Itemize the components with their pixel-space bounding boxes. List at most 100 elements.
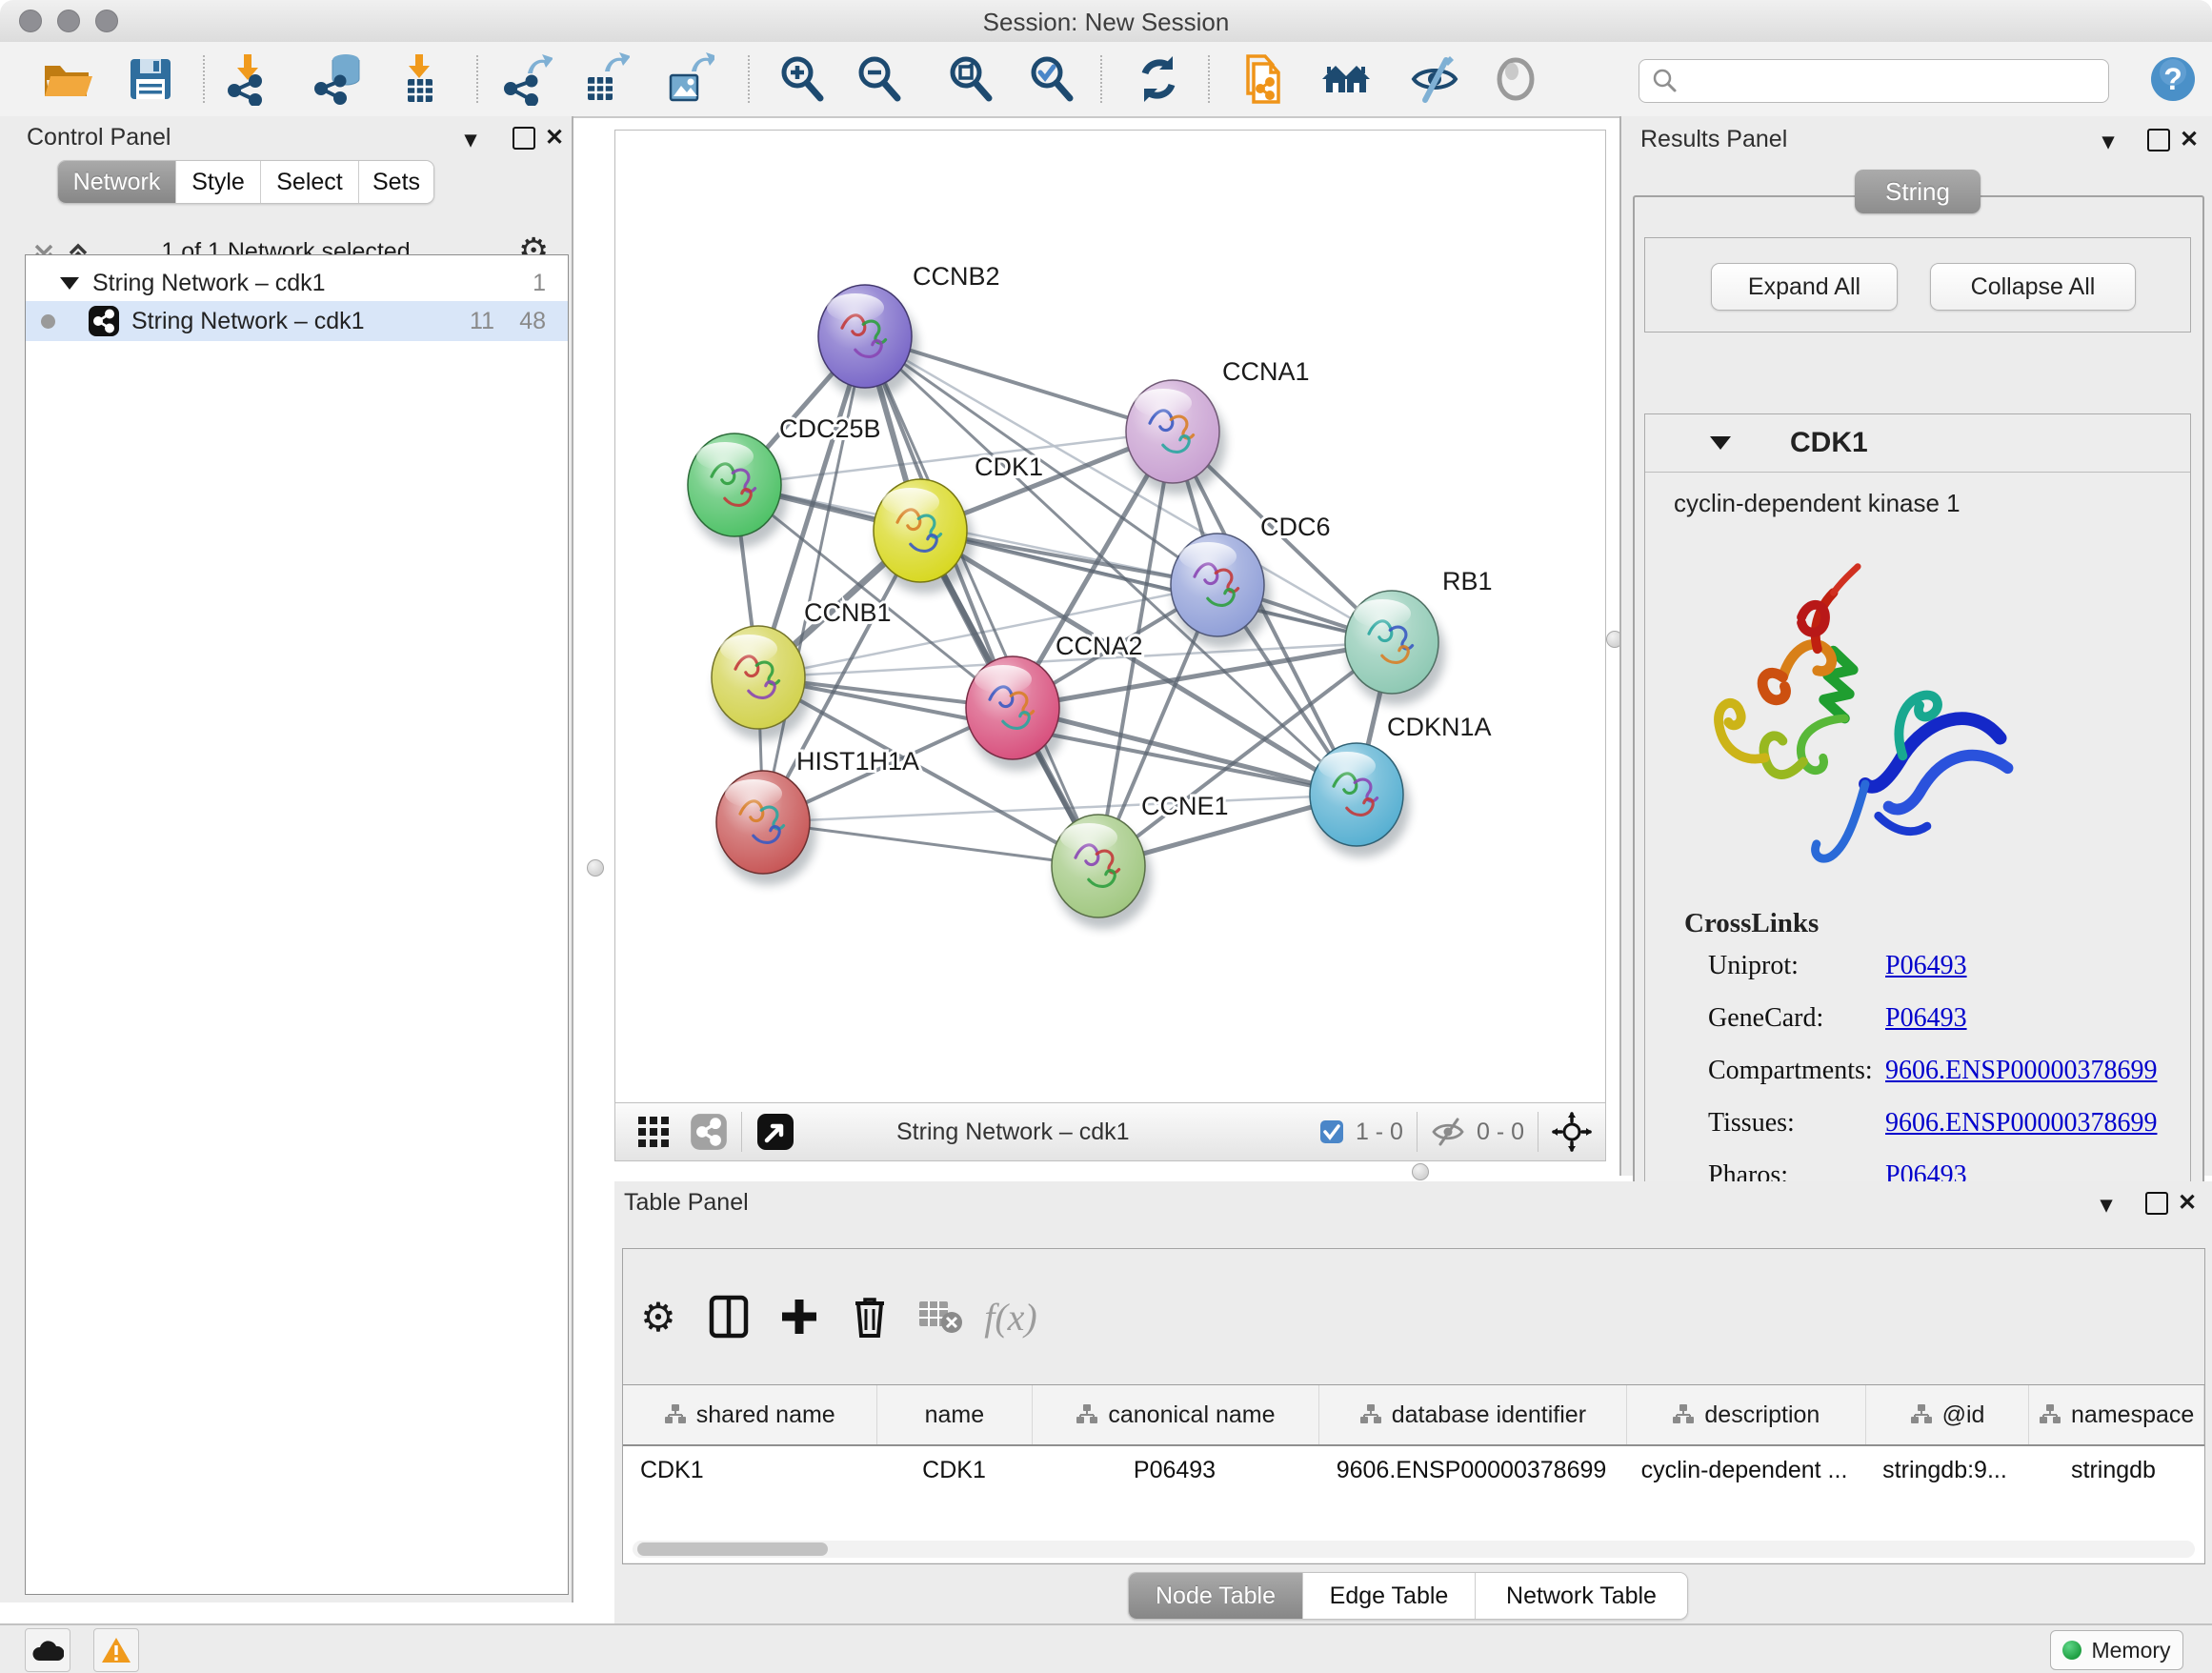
import-network-from-file-button[interactable] — [220, 51, 275, 107]
column-header-namespace[interactable]: namespace — [2029, 1385, 2204, 1444]
expand-all-button[interactable]: Expand All — [1711, 263, 1898, 311]
table-cell[interactable]: P06493 — [1032, 1446, 1317, 1494]
cloud-icon — [31, 1638, 64, 1663]
birdseye-view-icon[interactable] — [755, 1112, 795, 1152]
crosslink-link[interactable]: 9606.ENSP00000378699 — [1885, 1108, 2157, 1139]
edge-ccnb2-ccne1[interactable] — [865, 336, 1098, 866]
table-horizontal-scrollbar[interactable] — [633, 1541, 2195, 1558]
table-panel-collapse-icon[interactable]: ▾ — [2101, 1191, 2112, 1219]
toolbar-separator — [476, 55, 478, 103]
column-header-name[interactable]: name — [877, 1385, 1034, 1444]
export-to-web-button[interactable] — [1237, 51, 1293, 107]
control-panel-collapse-icon[interactable]: ▾ — [465, 126, 476, 153]
export-image-button[interactable] — [660, 51, 715, 107]
table-cell[interactable]: stringdb:9... — [1863, 1446, 2026, 1494]
table-panel-close-icon[interactable]: ✕ — [2178, 1189, 2197, 1217]
column-header-database-identifier[interactable]: database identifier — [1319, 1385, 1627, 1444]
table-cell[interactable]: CDK1 — [876, 1446, 1032, 1494]
tab-select[interactable]: Select — [261, 161, 359, 203]
export-table-to-file-button[interactable] — [575, 51, 631, 107]
bottom-splitter-handle[interactable] — [1412, 1163, 1429, 1180]
hide-graphics-details-button[interactable] — [1407, 51, 1462, 107]
table-cell[interactable]: stringdb — [2026, 1446, 2201, 1494]
memory-button[interactable]: Memory — [2050, 1630, 2183, 1670]
delete-table-icon[interactable] — [905, 1298, 975, 1336]
selected-checkbox-icon[interactable] — [1319, 1119, 1344, 1144]
import-network-from-database-button[interactable] — [311, 51, 366, 107]
gene-entry-header[interactable]: CDK1 — [1645, 414, 2190, 473]
network-row-selected[interactable]: String Network – cdk1 11 48 — [26, 301, 568, 341]
crosslink-link[interactable]: P06493 — [1885, 951, 1967, 981]
function-builder-icon[interactable]: f(x) — [975, 1295, 1046, 1340]
left-splitter-handle[interactable] — [587, 859, 604, 877]
grid-view-icon[interactable] — [636, 1115, 671, 1149]
network-node-cdc25b[interactable] — [688, 433, 788, 548]
control-panel-close-icon[interactable]: ✕ — [545, 124, 564, 151]
search-input[interactable] — [1681, 67, 2108, 95]
network-node-ccna1[interactable] — [1126, 380, 1226, 494]
tab-edge-table[interactable]: Edge Table — [1303, 1573, 1476, 1619]
zoom-fit-button[interactable] — [942, 51, 997, 107]
column-header--id[interactable]: @id — [1866, 1385, 2030, 1444]
show-graphics-details-button[interactable] — [1488, 51, 1543, 107]
warnings-button[interactable] — [93, 1628, 139, 1672]
scrollbar-thumb[interactable] — [637, 1542, 828, 1556]
table-panel-float-icon[interactable] — [2145, 1192, 2168, 1215]
network-row-label: String Network – cdk1 — [131, 308, 365, 335]
tab-style[interactable]: Style — [176, 161, 261, 203]
network-node-hist1h1a[interactable] — [716, 771, 816, 885]
zoom-selected-button[interactable] — [1023, 51, 1078, 107]
zoom-in-button[interactable] — [774, 51, 829, 107]
delete-column-icon[interactable] — [835, 1294, 905, 1340]
export-network-icon — [499, 52, 553, 106]
hidden-eye-slash-icon[interactable] — [1431, 1118, 1465, 1146]
tab-network[interactable]: Network — [58, 161, 176, 203]
crosslink-link[interactable]: P06493 — [1885, 1003, 1967, 1034]
network-node-cdc6[interactable] — [1171, 534, 1271, 648]
entry-expander-icon[interactable] — [1710, 436, 1731, 450]
home-networks-button[interactable] — [1318, 51, 1374, 107]
import-table-from-file-button[interactable] — [392, 51, 447, 107]
add-column-icon[interactable] — [764, 1296, 835, 1338]
collapse-all-button[interactable]: Collapse All — [1930, 263, 2136, 311]
export-network-to-file-button[interactable] — [498, 51, 553, 107]
network-graph[interactable]: CCNB2CCNA1CDC25BCDK1CDC6RB1CCNB1CCNA2CDK… — [615, 131, 1605, 1103]
table-cell[interactable]: cyclin-dependent ... — [1625, 1446, 1863, 1494]
network-node-ccnb2[interactable] — [818, 285, 918, 399]
column-header-description[interactable]: description — [1627, 1385, 1866, 1444]
tab-sets[interactable]: Sets — [359, 161, 433, 203]
results-panel-float-icon[interactable] — [2147, 129, 2170, 151]
table-cell[interactable]: CDK1 — [623, 1446, 876, 1494]
network-node-cdk1[interactable] — [874, 479, 974, 594]
tab-node-table[interactable]: Node Table — [1129, 1573, 1303, 1619]
save-session-button[interactable] — [123, 51, 178, 107]
column-header-canonical-name[interactable]: canonical name — [1033, 1385, 1318, 1444]
cloud-status-button[interactable] — [25, 1628, 70, 1672]
control-panel-float-icon[interactable] — [513, 127, 535, 150]
string-share-icon[interactable] — [690, 1113, 728, 1151]
crosshair-icon[interactable] — [1552, 1112, 1592, 1152]
window-titlebar: Session: New Session — [0, 0, 2212, 43]
table-settings-gear-icon[interactable]: ⚙ — [623, 1294, 694, 1340]
network-view-canvas[interactable]: CCNB2CCNA1CDC25BCDK1CDC6RB1CCNB1CCNA2CDK… — [614, 130, 1606, 1104]
results-panel-collapse-icon[interactable]: ▾ — [2102, 128, 2114, 155]
crosslink-link[interactable]: 9606.ENSP00000378699 — [1885, 1056, 2157, 1086]
table-cell[interactable]: 9606.ENSP00000378699 — [1317, 1446, 1625, 1494]
show-columns-icon[interactable] — [694, 1294, 764, 1340]
toolbar-separator — [741, 1112, 742, 1152]
open-session-button[interactable] — [39, 51, 94, 107]
network-collection-row[interactable]: String Network – cdk1 1 — [26, 265, 568, 301]
tab-string[interactable]: String — [1855, 170, 1981, 213]
help-button[interactable]: ? — [2145, 51, 2201, 107]
apply-preferred-layout-button[interactable] — [1131, 51, 1186, 107]
zoom-out-button[interactable] — [851, 51, 906, 107]
tree-expander-icon[interactable] — [60, 277, 79, 290]
network-node-ccne1[interactable] — [1052, 815, 1152, 929]
results-panel-close-icon[interactable]: ✕ — [2180, 126, 2199, 153]
table-row[interactable]: CDK1CDK1P064939606.ENSP00000378699cyclin… — [623, 1446, 2204, 1494]
column-header-shared-name[interactable]: shared name — [623, 1385, 877, 1444]
network-node-rb1[interactable] — [1345, 591, 1445, 705]
network-node-ccna2[interactable] — [966, 656, 1066, 771]
tab-network-table[interactable]: Network Table — [1476, 1573, 1687, 1619]
network-node-cdkn1a[interactable] — [1310, 743, 1410, 857]
